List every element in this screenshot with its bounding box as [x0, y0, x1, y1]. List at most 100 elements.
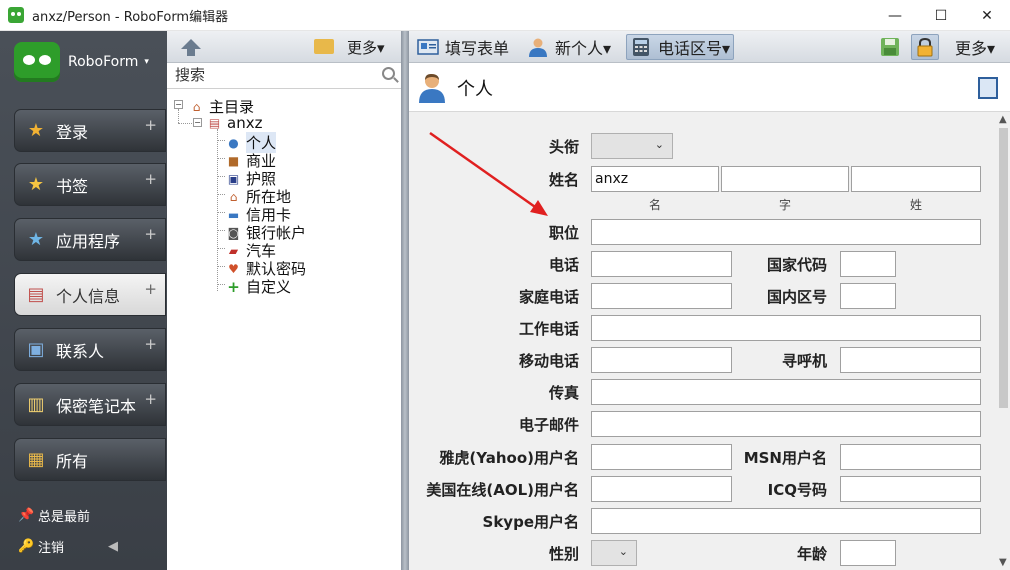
sidebar-item-applications[interactable]: ★ 应用程序 + — [14, 218, 166, 261]
always-on-top-toggle[interactable]: 📌 总是最前 — [18, 506, 90, 525]
work-phone-field[interactable] — [591, 315, 981, 341]
yahoo-field[interactable] — [591, 444, 732, 470]
mobile-field[interactable] — [591, 347, 732, 373]
add-bookmark-icon[interactable]: + — [144, 170, 157, 188]
mobile-label: 移动电话 — [518, 352, 579, 370]
save-button[interactable] — [879, 37, 901, 57]
icq-field[interactable] — [840, 476, 981, 502]
house-icon: ⌂ — [229, 189, 238, 204]
email-field[interactable] — [591, 411, 981, 437]
lock-button[interactable] — [911, 34, 939, 60]
form-header: 个人 — [409, 63, 1010, 112]
chevron-down-icon: ⌄ — [618, 545, 628, 558]
country-code-field[interactable] — [840, 251, 896, 277]
up-level-button[interactable] — [171, 33, 201, 61]
tree-item-identity[interactable]: ▤ anxz — [206, 114, 263, 132]
key-icon: 🔑 — [18, 539, 35, 554]
sidebar-item-label: 个人信息 — [56, 286, 121, 306]
tree-more-menu[interactable]: 更多▾ — [347, 37, 385, 58]
main-more-menu[interactable]: 更多▾ — [955, 34, 995, 60]
home-phone-field[interactable] — [591, 283, 732, 309]
add-identity-icon[interactable]: + — [144, 280, 157, 298]
scroll-thumb[interactable] — [999, 128, 1008, 408]
pager-field[interactable] — [840, 347, 981, 373]
identity-card-icon: ▤ — [208, 116, 221, 130]
sidebar-item-safenotes[interactable]: ▥ 保密笔记本 + — [14, 383, 166, 426]
add-safenote-icon[interactable]: + — [144, 390, 157, 408]
skype-label: Skype用户名 — [482, 513, 579, 531]
notes-icon[interactable] — [978, 77, 998, 99]
phone-field[interactable] — [591, 251, 732, 277]
title-label: 头衔 — [548, 138, 579, 156]
msn-field[interactable] — [840, 444, 981, 470]
tree-panel: 更多▾ − − ⌂ 主目录 ▤ anxz ● 个人 — [167, 31, 401, 570]
maximize-button[interactable]: ☐ — [918, 0, 964, 31]
minimize-button[interactable]: — — [872, 0, 918, 31]
first-name-field[interactable]: anxz — [591, 166, 719, 192]
sidebar-item-label: 登录 — [56, 122, 89, 142]
fill-form-button[interactable]: 填写表单 — [417, 34, 509, 60]
chevron-down-icon: ▾ — [144, 57, 149, 67]
scroll-up-icon[interactable]: ▲ — [999, 114, 1007, 125]
icq-label: ICQ号码 — [767, 481, 827, 499]
plus-icon: + — [227, 277, 240, 296]
skype-field[interactable] — [591, 508, 981, 534]
collapse-identity-icon[interactable]: − — [193, 118, 202, 127]
identity-card-icon: ▤ — [27, 284, 45, 305]
sidebar-item-all[interactable]: ▦ 所有 — [14, 438, 166, 481]
add-application-icon[interactable]: + — [144, 225, 157, 243]
safe-icon: ◙ — [227, 225, 240, 240]
gender-select[interactable]: ⌄ — [591, 540, 637, 566]
person-icon — [419, 74, 445, 103]
last-name-field[interactable] — [851, 166, 981, 192]
search-bar — [167, 63, 401, 89]
close-button[interactable]: ✕ — [964, 0, 1010, 31]
main-panel: 填写表单 新个人▾ 电话区号▾ 更多▾ 个人 头衔 ⌄ 姓名 anxz 名 字 … — [409, 31, 1010, 570]
roboform-app-icon — [8, 7, 24, 23]
new-folder-icon[interactable] — [314, 39, 334, 54]
search-input[interactable] — [167, 63, 367, 87]
logout-link[interactable]: 🔑 注销 ◀ — [18, 537, 118, 556]
area-code-field[interactable] — [840, 283, 896, 309]
add-contact-icon[interactable]: + — [144, 335, 157, 353]
sidebar-item-bookmarks[interactable]: ★ 书签 + — [14, 163, 166, 206]
job-title-label: 职位 — [548, 224, 579, 242]
sidebar-item-identities[interactable]: ▤ 个人信息 + — [14, 273, 166, 316]
scroll-down-icon[interactable]: ▼ — [999, 557, 1007, 568]
car-icon: ▰ — [228, 243, 239, 258]
yahoo-label: 雅虎(Yahoo)用户名 — [439, 449, 579, 467]
age-field[interactable] — [840, 540, 896, 566]
form-scrollbar[interactable]: ▲ ▼ — [997, 112, 1010, 570]
pager-label: 寻呼机 — [781, 352, 827, 370]
heart-key-icon: ♥ — [228, 261, 239, 276]
sidebar-item-label: 保密笔记本 — [56, 396, 137, 416]
middle-name-field[interactable] — [721, 166, 849, 192]
add-login-icon[interactable]: + — [144, 116, 157, 134]
collapse-root-icon[interactable]: − — [174, 100, 183, 109]
area-code-button[interactable]: 电话区号▾ — [626, 34, 735, 60]
first-name-caption: 名 — [649, 198, 662, 212]
title-bar: anxz/Person - RoboForm编辑器 — ☐ ✕ — [0, 0, 1010, 31]
search-icon[interactable] — [382, 67, 395, 80]
fax-field[interactable] — [591, 379, 981, 405]
window-title: anxz/Person - RoboForm编辑器 — [32, 9, 229, 25]
job-title-field[interactable] — [591, 219, 981, 245]
panel-splitter[interactable] — [401, 31, 409, 570]
sidebar-item-logins[interactable]: ★ 登录 + — [14, 109, 166, 152]
pin-icon: 📌 — [18, 508, 35, 523]
sidebar-item-label: 书签 — [56, 176, 89, 196]
roboform-menu[interactable]: RoboForm ▾ — [14, 40, 154, 84]
sidebar-item-label: 应用程序 — [56, 231, 121, 251]
sidebar-item-contacts[interactable]: ▣ 联系人 + — [14, 328, 166, 371]
credit-card-icon: ▬ — [227, 207, 240, 222]
title-select[interactable]: ⌄ — [591, 133, 673, 159]
tree-item-custom[interactable]: + 自定义 — [225, 276, 291, 297]
msn-label: MSN用户名 — [743, 449, 827, 467]
logout-label: 注销 — [38, 541, 65, 556]
person-icon: ● — [228, 135, 239, 150]
chevron-down-icon: ⌄ — [654, 138, 664, 151]
lock-icon — [917, 37, 933, 57]
name-label: 姓名 — [548, 171, 579, 189]
aol-field[interactable] — [591, 476, 732, 502]
new-person-button[interactable]: 新个人▾ — [527, 34, 611, 60]
